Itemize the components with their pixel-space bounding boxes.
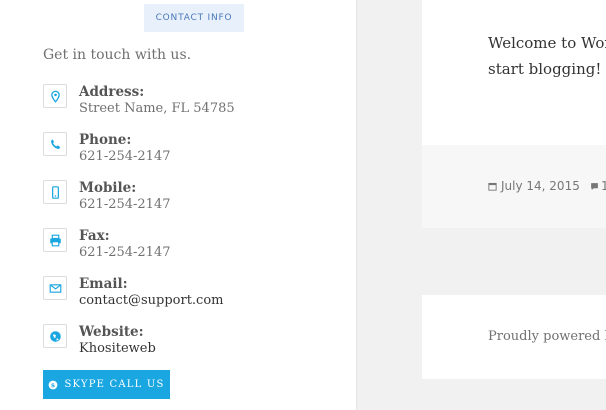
- mobile-label: Mobile:: [79, 180, 137, 196]
- mobile-value: 621-254-2147: [79, 197, 171, 212]
- site-footer: Proudly powered b: [422, 295, 606, 379]
- post-date-link[interactable]: July 14, 2015: [488, 179, 580, 193]
- email-label: Email:: [79, 276, 128, 292]
- phone-value: 621-254-2147: [79, 149, 171, 164]
- skype-icon: [49, 380, 58, 389]
- intro-text: Get in touch with us.: [43, 47, 192, 63]
- post-excerpt-line-1: Welcome to Wor: [488, 34, 606, 52]
- website-link[interactable]: Khositeweb: [79, 340, 156, 357]
- comment-icon: [591, 182, 598, 190]
- mobile-icon: [43, 180, 67, 204]
- contact-item-fax: Fax: 621-254-2147: [43, 228, 333, 268]
- skype-call-button[interactable]: Skype Call Us: [43, 370, 170, 399]
- phone-icon: [43, 132, 67, 156]
- comment-count: 1: [601, 179, 606, 193]
- contact-item-phone: Phone: 621-254-2147: [43, 132, 333, 172]
- post-excerpt: Welcome to Wor start blogging!: [488, 30, 606, 82]
- post-comments-link[interactable]: 1: [590, 179, 606, 193]
- calendar-icon: [488, 182, 497, 191]
- address-value: Street Name, FL 54785: [79, 101, 235, 116]
- address-label: Address:: [79, 84, 145, 100]
- email-link[interactable]: contact@support.com: [79, 292, 223, 309]
- post-card: Welcome to Wor start blogging! July 14, …: [422, 0, 606, 228]
- sidebar: Contact Info Get in touch with us. Addre…: [0, 0, 357, 410]
- website-label: Website:: [79, 324, 144, 340]
- map-pin-icon: [43, 84, 67, 108]
- post-excerpt-line-2: start blogging!: [488, 60, 602, 78]
- post-meta: July 14, 2015 1: [422, 145, 606, 228]
- fax-label: Fax:: [79, 228, 110, 244]
- contact-item-mobile: Mobile: 621-254-2147: [43, 180, 333, 220]
- footer-credit[interactable]: Proudly powered b: [488, 329, 606, 344]
- globe-icon: [43, 324, 67, 348]
- widget-title: Contact Info: [144, 4, 244, 32]
- skype-call-label: Skype Call Us: [64, 379, 165, 390]
- post-date: July 14, 2015: [501, 179, 580, 193]
- phone-label: Phone:: [79, 132, 132, 148]
- envelope-icon: [43, 276, 67, 300]
- fax-value: 621-254-2147: [79, 245, 171, 260]
- contact-item-email: Email: contact@support.com: [43, 276, 333, 316]
- contact-item-website: Website: Khositeweb: [43, 324, 333, 364]
- printer-icon: [43, 228, 67, 252]
- contact-item-address: Address: Street Name, FL 54785: [43, 84, 333, 124]
